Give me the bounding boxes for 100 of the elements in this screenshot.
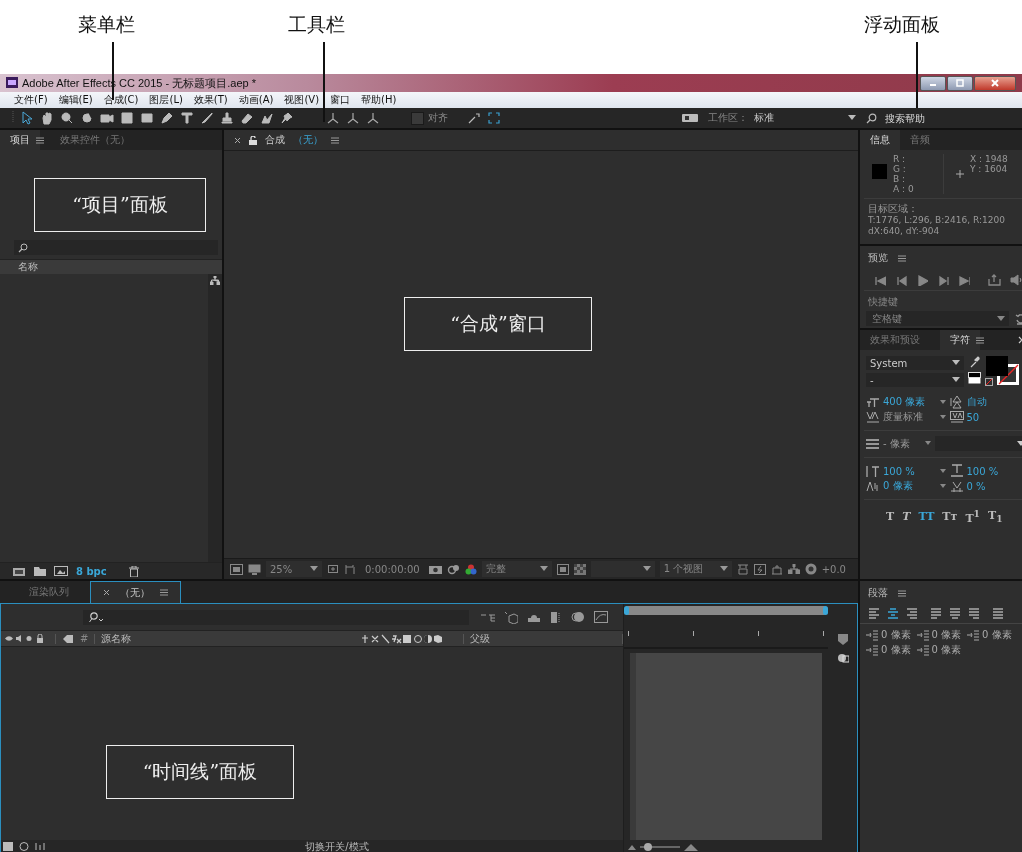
column-header[interactable]: 名称: [0, 259, 222, 274]
menu-item[interactable]: 帮助(H): [361, 93, 397, 107]
panel-tab[interactable]: 信息: [860, 130, 900, 150]
timeline-search-field[interactable]: [83, 609, 469, 625]
step-back-icon[interactable]: [895, 274, 907, 286]
toggle-pixel-icon[interactable]: [736, 563, 749, 575]
menu-item[interactable]: 视图(V): [284, 93, 320, 107]
text-style-button[interactable]: T: [886, 508, 895, 525]
flowchart-icon[interactable]: [787, 564, 800, 574]
toggle-switches-modes-button[interactable]: 切换开关/模式: [305, 839, 369, 852]
flowchart-icon[interactable]: [481, 611, 495, 623]
show-snapshot-icon[interactable]: [446, 563, 460, 575]
snap-checkbox[interactable]: [411, 111, 424, 125]
transfer-icon[interactable]: [35, 842, 45, 851]
marker-icon[interactable]: [836, 634, 849, 646]
play-icon[interactable]: [916, 274, 928, 286]
menu-item[interactable]: 效果(T): [193, 93, 228, 107]
panel-menu-icon[interactable]: [331, 136, 339, 144]
align-button[interactable]: [887, 607, 900, 619]
composition-tab[interactable]: 合成 （无）: [224, 130, 339, 150]
panel-tab[interactable]: 渲染队列: [0, 581, 90, 603]
caret-icon[interactable]: [939, 414, 946, 420]
draft-3d-icon[interactable]: [504, 610, 518, 624]
help-search-field[interactable]: 搜索帮助: [885, 112, 1005, 124]
view-layout-dropdown[interactable]: 1 个视图: [659, 561, 732, 577]
project-search-field[interactable]: [14, 240, 218, 255]
fast-preview-icon[interactable]: [556, 563, 569, 575]
layer-switch-icon[interactable]: [19, 842, 29, 851]
color-channels-icon[interactable]: [464, 563, 477, 575]
panel-menu-icon[interactable]: [898, 589, 906, 597]
first-frame-icon[interactable]: [874, 274, 886, 286]
new-composition-icon[interactable]: [54, 566, 68, 576]
menu-item[interactable]: 动画(A): [238, 93, 274, 107]
stamp-icon[interactable]: [219, 110, 235, 126]
workspace-dropdown[interactable]: 标准: [752, 111, 844, 125]
column-header[interactable]: #: [80, 633, 89, 644]
magnification-dropdown[interactable]: 25%: [266, 561, 322, 577]
resolution-dropdown[interactable]: 完整: [481, 561, 552, 577]
transparency-grid-icon[interactable]: [573, 563, 586, 575]
maximize-button[interactable]: [947, 75, 973, 91]
align-button[interactable]: [868, 607, 881, 619]
horizontal-scale-value[interactable]: 100 %: [966, 465, 999, 477]
selection-arrow-icon[interactable]: [19, 110, 35, 126]
text-style-button[interactable]: Tт: [942, 508, 958, 525]
indent-value[interactable]: 0 像素: [931, 643, 962, 657]
menu-item[interactable]: 文件(F): [14, 93, 48, 107]
axis-icon[interactable]: [345, 110, 361, 126]
panel-menu-icon[interactable]: [160, 589, 168, 596]
tsume-value[interactable]: 0 %: [966, 480, 986, 492]
timecode-field[interactable]: 0:00:00:00: [361, 563, 424, 575]
zoom-slider[interactable]: [640, 845, 680, 848]
axis-icon[interactable]: [325, 110, 341, 126]
caret-icon[interactable]: [939, 399, 946, 405]
eyedropper-icon[interactable]: [969, 356, 980, 368]
close-icon[interactable]: [103, 589, 110, 596]
caret-icon[interactable]: [939, 483, 946, 489]
pen-icon[interactable]: [159, 110, 175, 126]
vertical-scale-value[interactable]: 100 %: [883, 465, 915, 477]
indent-value[interactable]: 0 像素: [881, 628, 911, 642]
indent-value[interactable]: 0 像素: [931, 628, 962, 642]
panel-title[interactable]: 段落: [868, 586, 888, 600]
indent-value[interactable]: 0 像素: [982, 628, 1012, 642]
text-style-button[interactable]: T: [902, 508, 911, 525]
camera-snapshot-icon[interactable]: [428, 564, 442, 574]
folder-icon[interactable]: [34, 566, 46, 576]
text-style-button[interactable]: T$_{1}$: [987, 508, 1003, 525]
rectangle-icon[interactable]: [139, 110, 155, 126]
panel-tab[interactable]: （无）: [90, 581, 181, 603]
snap-magnet-icon[interactable]: [466, 110, 482, 126]
zoom-in-icon[interactable]: [684, 842, 698, 851]
axis-icon[interactable]: [365, 110, 381, 126]
close-icon[interactable]: [234, 136, 241, 144]
exposure-value[interactable]: +0.0: [821, 563, 846, 575]
trash-icon[interactable]: [128, 565, 139, 577]
comp-button-icon[interactable]: [836, 652, 849, 664]
indent-value[interactable]: 0 像素: [881, 643, 911, 657]
align-button[interactable]: [968, 607, 981, 619]
motion-blur-icon[interactable]: [571, 611, 585, 623]
align-button[interactable]: [930, 607, 943, 619]
font-size-value[interactable]: 400 像素: [883, 395, 926, 409]
stroke-width-value[interactable]: - 像素: [883, 436, 921, 451]
align-button[interactable]: [949, 607, 962, 619]
caret-icon[interactable]: [925, 441, 931, 446]
label-tag-icon[interactable]: [62, 633, 74, 644]
frame-blending-icon[interactable]: [550, 610, 562, 624]
panel-title[interactable]: 预览: [868, 251, 888, 265]
menu-item[interactable]: 窗口: [330, 93, 351, 107]
monitor-icon[interactable]: [248, 563, 261, 575]
last-frame-icon[interactable]: [958, 274, 970, 286]
preview-toggle-icon[interactable]: [230, 563, 243, 575]
zoom-icon[interactable]: [59, 110, 75, 126]
minimize-button[interactable]: [920, 75, 946, 91]
brush-icon[interactable]: [199, 110, 215, 126]
fast-draft-icon[interactable]: [753, 563, 766, 575]
fill-stroke-swatch-icon[interactable]: [985, 356, 1021, 386]
text-style-button[interactable]: TT: [918, 508, 935, 525]
column-header[interactable]: 源名称: [101, 631, 356, 646]
zoom-out-icon[interactable]: [628, 843, 636, 850]
fit-frame-icon[interactable]: [327, 563, 339, 575]
bit-depth-button[interactable]: 8 bpc: [76, 565, 107, 577]
